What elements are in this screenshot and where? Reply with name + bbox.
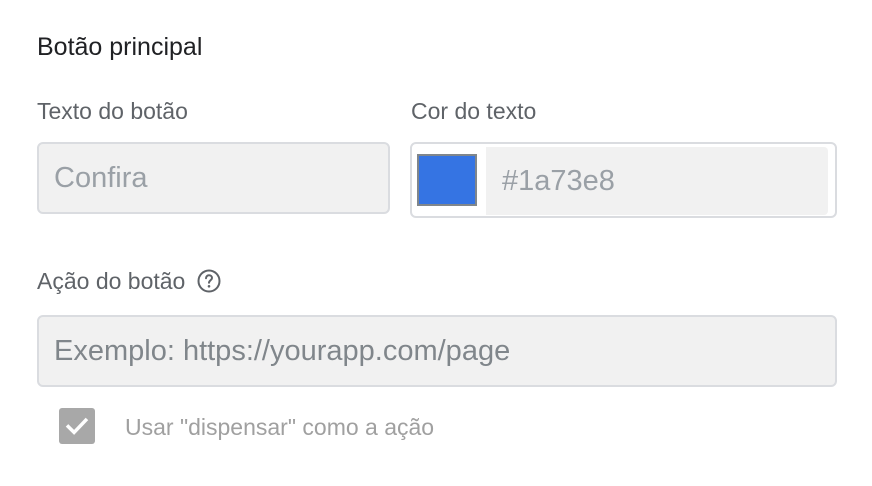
- section-title: Botão principal: [37, 33, 203, 61]
- button-action-input[interactable]: Exemplo: https://yourapp.com/page: [37, 315, 837, 387]
- color-swatch[interactable]: [417, 154, 477, 206]
- button-action-label-row: Ação do botão: [37, 266, 221, 296]
- button-text-label: Texto do botão: [37, 98, 188, 124]
- dismiss-checkbox[interactable]: [59, 408, 95, 444]
- button-text-placeholder: Confira: [54, 161, 148, 194]
- text-color-label: Cor do texto: [411, 98, 537, 124]
- help-circle-icon[interactable]: [197, 269, 221, 293]
- checkmark-icon: [65, 417, 89, 435]
- button-action-placeholder: Exemplo: https://yourapp.com/page: [54, 334, 511, 367]
- button-action-label: Ação do botão: [37, 268, 186, 294]
- text-color-picker[interactable]: #1a73e8: [410, 142, 837, 218]
- button-text-input[interactable]: Confira: [37, 142, 390, 214]
- text-color-input[interactable]: #1a73e8: [486, 147, 828, 215]
- text-color-value: #1a73e8: [502, 164, 615, 197]
- dismiss-checkbox-label: Usar "dispensar" como a ação: [125, 414, 435, 440]
